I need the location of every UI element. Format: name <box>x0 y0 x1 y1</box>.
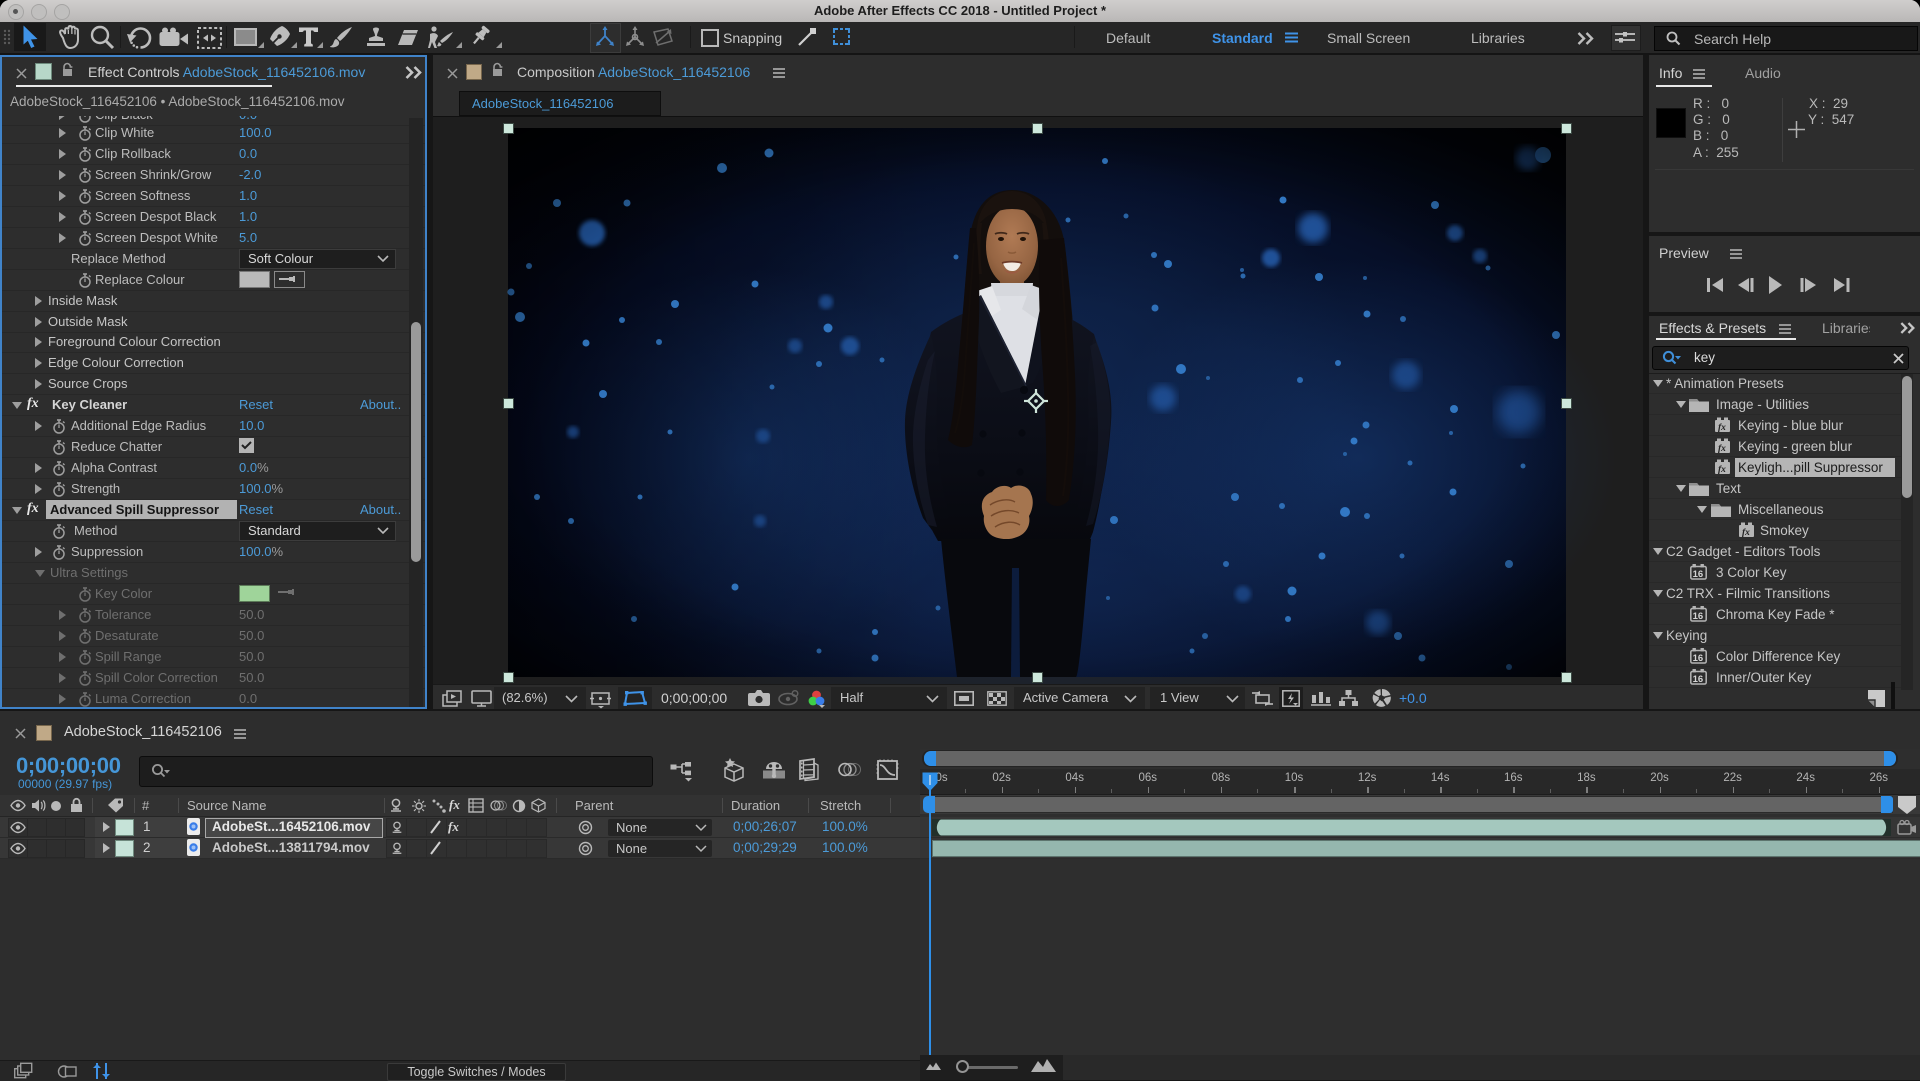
svg-text:16: 16 <box>1693 569 1704 580</box>
svg-text:fx: fx <box>1718 444 1726 454</box>
svg-text:fx: fx <box>1718 465 1726 475</box>
svg-text:16: 16 <box>1693 653 1704 664</box>
svg-text:16: 16 <box>1693 611 1704 622</box>
svg-text:fx: fx <box>1718 423 1726 433</box>
svg-text:16: 16 <box>1693 674 1704 685</box>
svg-text:fx: fx <box>1742 528 1750 538</box>
